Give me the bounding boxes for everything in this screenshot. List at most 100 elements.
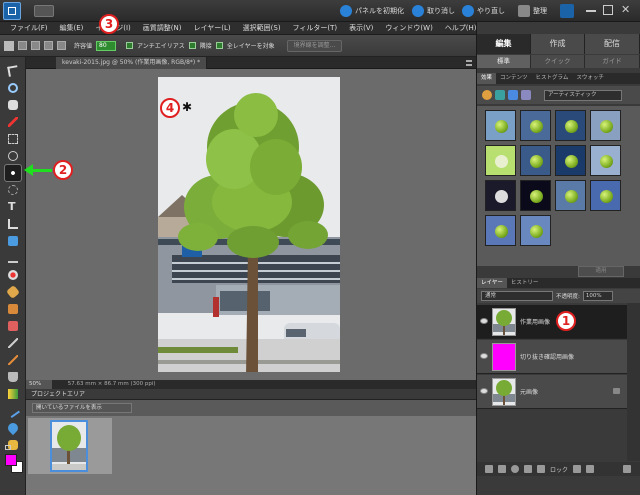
visibility-eye-icon[interactable] <box>480 388 488 394</box>
maximize-button[interactable] <box>603 5 613 15</box>
document-tab[interactable]: kevaki-2015.jpg @ 50% (作業用画像, RGB/8*) * <box>56 57 208 69</box>
paint-bucket-tool[interactable] <box>5 369 21 385</box>
filters-icon[interactable] <box>482 90 492 100</box>
contiguous-checkbox[interactable] <box>188 42 196 49</box>
eraser-tool[interactable] <box>5 318 21 334</box>
gradient-tool[interactable] <box>5 386 21 402</box>
red-eye-tool[interactable] <box>5 267 21 283</box>
redo-button[interactable]: やり直し <box>462 4 505 18</box>
palette-tab-swatches[interactable]: スウォッチ <box>572 73 608 84</box>
effect-thumb[interactable] <box>485 215 516 246</box>
palette-tab-history[interactable]: ヒストリー <box>507 278 543 288</box>
tab-edit[interactable]: 編集 <box>477 34 531 54</box>
menu-enhance[interactable]: 画質調整(N) <box>137 22 188 35</box>
layer-styles-icon[interactable] <box>495 90 505 100</box>
refine-edge-button[interactable]: 境界線を調整... <box>286 39 343 52</box>
effect-thumb[interactable] <box>590 180 621 211</box>
default-colors-icon[interactable] <box>5 445 11 450</box>
window-layout-button[interactable] <box>34 5 54 17</box>
effect-thumb[interactable] <box>520 145 551 176</box>
palette-tab-effects[interactable]: 効果 <box>477 73 497 84</box>
foreground-color-swatch[interactable] <box>5 454 17 466</box>
visibility-eye-icon[interactable] <box>480 318 488 324</box>
zoom-tool[interactable] <box>5 80 21 96</box>
tab-create[interactable]: 作成 <box>531 34 585 54</box>
menu-edit[interactable]: 編集(E) <box>54 22 90 35</box>
new-selection-icon[interactable] <box>18 41 27 50</box>
panel-menu-icon[interactable] <box>466 60 472 66</box>
effect-thumb[interactable] <box>485 110 516 141</box>
menu-view[interactable]: 表示(V) <box>343 22 379 35</box>
visibility-eye-icon[interactable] <box>480 353 488 359</box>
link-icon[interactable] <box>537 465 545 473</box>
adjustment-layer-icon[interactable] <box>511 465 519 473</box>
mask-icon[interactable] <box>524 465 532 473</box>
subtab-standard[interactable]: 標準 <box>477 55 531 68</box>
effect-thumb[interactable] <box>590 110 621 141</box>
eyedropper-tool[interactable] <box>5 114 21 130</box>
tolerance-input[interactable]: 80 <box>96 40 117 51</box>
palette-tab-layers[interactable]: レイヤー <box>477 278 507 288</box>
cookie-cutter-tool[interactable] <box>5 233 21 249</box>
zoom-level[interactable]: 50% <box>26 380 52 389</box>
effect-thumb[interactable] <box>485 180 516 211</box>
clone-stamp-tool[interactable] <box>5 301 21 317</box>
apply-effect-button[interactable]: 適用 <box>578 266 624 277</box>
layer-row[interactable]: 元画像 <box>477 375 627 409</box>
close-button[interactable]: ✕ <box>621 3 630 16</box>
blur-tool[interactable] <box>5 420 21 436</box>
crop-tool[interactable] <box>5 216 21 232</box>
undo-button[interactable]: 取り消し <box>412 4 455 18</box>
opacity-input[interactable]: 100% <box>582 291 613 301</box>
new-layer-icon[interactable] <box>485 465 493 473</box>
lock-all-icon[interactable] <box>586 465 595 473</box>
menu-layer[interactable]: レイヤー(L) <box>187 22 236 35</box>
effect-thumb[interactable] <box>555 110 586 141</box>
palette-tab-content[interactable]: コンテンツ <box>496 73 532 84</box>
smart-brush-tool[interactable] <box>5 352 21 368</box>
move-tool[interactable] <box>5 63 21 79</box>
effect-thumb[interactable] <box>555 180 586 211</box>
intersect-selection-icon[interactable] <box>57 41 66 50</box>
effect-thumb[interactable] <box>555 145 586 176</box>
tool-preset-icon[interactable] <box>4 40 14 51</box>
add-selection-icon[interactable] <box>31 41 40 50</box>
lasso-tool[interactable] <box>5 148 21 164</box>
delete-layer-icon[interactable] <box>623 465 632 473</box>
photo-effects-icon[interactable] <box>508 90 518 100</box>
tab-share[interactable]: 配信 <box>585 34 640 54</box>
project-thumbnail[interactable] <box>50 420 88 472</box>
menu-select[interactable]: 選択範囲(S) <box>237 22 287 35</box>
lock-transparency-icon[interactable] <box>573 465 582 473</box>
project-filter-dropdown[interactable]: 開いているファイルを表示 <box>32 403 132 413</box>
layer-row[interactable]: 作業用画像 <box>477 305 627 339</box>
subtab-guided[interactable]: ガイド <box>585 55 640 68</box>
brush-tool[interactable] <box>5 335 21 351</box>
reset-panels-button[interactable]: パネルを初期化 <box>340 4 404 18</box>
all-layers-checkbox[interactable] <box>215 42 223 49</box>
effect-thumb[interactable] <box>520 215 551 246</box>
menu-window[interactable]: ウィンドウ(W) <box>379 22 438 35</box>
layers-scrollbar[interactable] <box>627 303 640 461</box>
all-effects-icon[interactable] <box>521 90 531 100</box>
home-icon[interactable] <box>560 4 574 18</box>
effect-thumb[interactable] <box>520 180 551 211</box>
effects-category-dropdown[interactable]: アーティスティック <box>544 89 622 101</box>
effect-thumb[interactable] <box>590 145 621 176</box>
document-image[interactable] <box>158 77 340 372</box>
blend-mode-dropdown[interactable]: 通常 <box>481 291 553 301</box>
hand-tool[interactable] <box>5 97 21 113</box>
layer-row[interactable]: 切り抜き確認用画像 <box>477 340 627 374</box>
shape-tool[interactable] <box>5 403 21 419</box>
quick-selection-tool[interactable] <box>5 182 21 198</box>
effect-thumb[interactable] <box>520 110 551 141</box>
organize-button[interactable]: 整理 <box>518 4 547 18</box>
subtab-quick[interactable]: クイック <box>531 55 585 68</box>
new-group-icon[interactable] <box>498 465 506 473</box>
healing-brush-tool[interactable] <box>5 284 21 300</box>
type-tool[interactable]: T <box>5 199 21 215</box>
marquee-tool[interactable] <box>5 131 21 147</box>
magic-wand-tool[interactable] <box>4 164 22 182</box>
menu-filter[interactable]: フィルター(T) <box>287 22 344 35</box>
effect-thumb[interactable] <box>485 145 516 176</box>
